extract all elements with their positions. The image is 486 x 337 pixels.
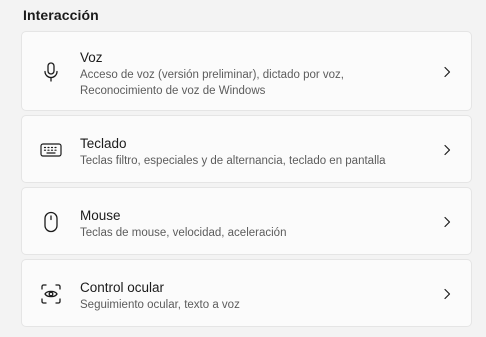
card-title: Voz: [80, 50, 103, 65]
card-mouse[interactable]: Mouse Teclas de mouse, velocidad, aceler…: [21, 187, 472, 255]
microphone-icon: [39, 60, 63, 84]
card-voice[interactable]: Voz Acceso de voz (versión preliminar), …: [21, 31, 472, 111]
eye-control-icon: [39, 282, 63, 306]
card-title: Teclado: [80, 136, 127, 151]
keyboard-icon: [39, 138, 63, 162]
card-description: Reconocimiento de voz de Windows: [80, 85, 266, 97]
card-description: Teclas filtro, especiales y de alternanc…: [80, 155, 386, 167]
chevron-right-icon: [441, 144, 453, 156]
chevron-right-icon: [441, 288, 453, 300]
card-title: Mouse: [80, 208, 121, 223]
card-title: Control ocular: [80, 280, 165, 295]
section-title: Interacción: [23, 7, 99, 23]
card-eye-control[interactable]: Control ocular Seguimiento ocular, texto…: [21, 259, 472, 327]
chevron-right-icon: [441, 216, 453, 228]
card-description: Acceso de voz (versión preliminar), dict…: [80, 69, 344, 81]
chevron-right-icon: [441, 66, 453, 78]
card-description: Teclas de mouse, velocidad, aceleración: [80, 227, 287, 239]
card-description: Seguimiento ocular, texto a voz: [80, 299, 240, 311]
mouse-icon: [39, 210, 63, 234]
card-keyboard[interactable]: Teclado Teclas filtro, especiales y de a…: [21, 115, 472, 183]
